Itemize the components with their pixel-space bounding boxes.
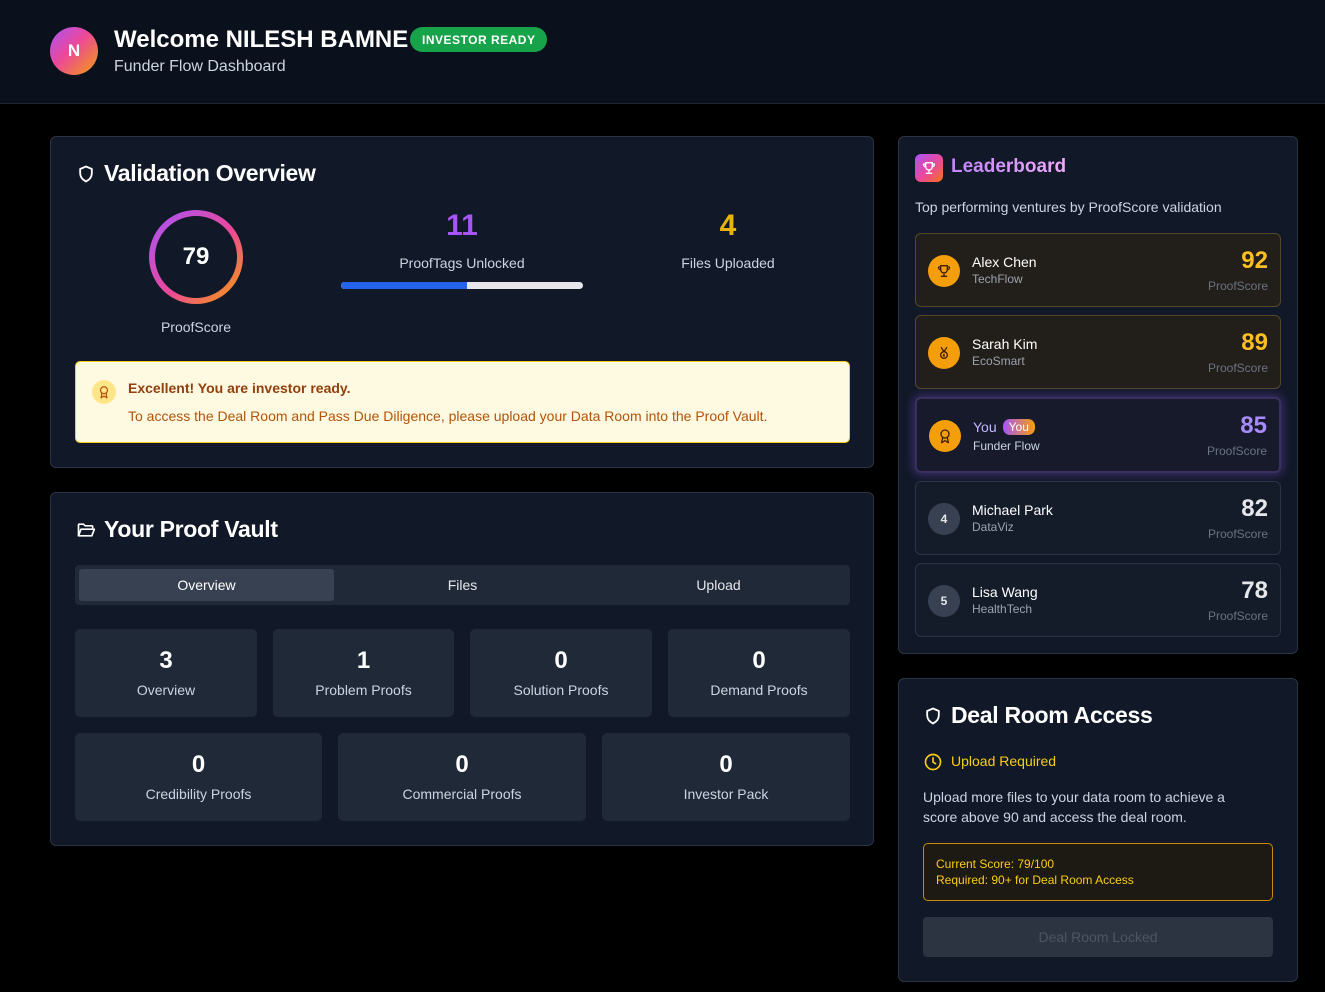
award-icon xyxy=(929,420,961,452)
tab-files[interactable]: Files xyxy=(335,569,590,601)
leaderboard-row[interactable]: 4 Michael Park DataViz 82 ProofScore xyxy=(915,481,1281,555)
vault-tabs: Overview Files Upload xyxy=(75,565,850,605)
tile-value: 0 xyxy=(455,751,469,778)
folder-open-icon xyxy=(77,523,96,537)
files-uploaded-count: 4 xyxy=(719,209,737,242)
tab-upload[interactable]: Upload xyxy=(591,569,846,601)
investor-ready-alert: Excellent! You are investor ready. To ac… xyxy=(75,361,850,443)
leaderboard-score: 85 xyxy=(1240,412,1267,439)
leaderboard-row[interactable]: Alex Chen TechFlow 92 ProofScore xyxy=(915,233,1281,307)
current-user-name: You xyxy=(973,419,997,435)
stat-tile-solution-proofs: 0 Solution Proofs xyxy=(470,629,652,717)
you-badge: You xyxy=(1002,419,1035,435)
leaderboard-score: 82 xyxy=(1241,495,1268,522)
welcome-title: Welcome NILESH BAMNE xyxy=(114,26,409,53)
stat-tile-commercial-proofs: 0 Commercial Proofs xyxy=(338,733,586,821)
stat-tile-problem-proofs: 1 Problem Proofs xyxy=(273,629,454,717)
validation-overview-title: Validation Overview xyxy=(104,160,316,186)
tile-value: 0 xyxy=(752,647,766,674)
tile-value: 1 xyxy=(356,647,371,674)
leaderboard-company: DataViz xyxy=(972,520,1014,534)
tile-value: 0 xyxy=(191,751,206,778)
required-score-text: Required: 90+ for Deal Room Access xyxy=(936,873,1134,887)
stat-tile-demand-proofs: 0 Demand Proofs xyxy=(668,629,850,717)
deal-room-status: Upload Required xyxy=(951,753,1057,769)
stat-tile-investor-pack: 0 Investor Pack xyxy=(602,733,850,821)
leaderboard-name: Sarah Kim xyxy=(972,336,1038,352)
leaderboard-name: Michael Park xyxy=(972,502,1053,518)
proof-vault-title: Your Proof Vault xyxy=(104,516,278,542)
alert-title: Excellent! You are investor ready. xyxy=(128,380,351,396)
medal-icon xyxy=(928,337,960,369)
tile-value: 0 xyxy=(554,647,568,674)
avatar[interactable]: N xyxy=(50,27,98,75)
leaderboard-subtitle: Top performing ventures by ProofScore va… xyxy=(915,199,1222,215)
leaderboard-score: 92 xyxy=(1241,247,1268,274)
tile-label: Demand Proofs xyxy=(710,682,808,698)
leaderboard-row[interactable]: Sarah Kim EcoSmart 89 ProofScore xyxy=(915,315,1281,389)
rank-badge: 5 xyxy=(928,585,960,617)
leaderboard-title: Leaderboard xyxy=(951,156,1067,177)
clock-icon xyxy=(924,753,942,771)
leaderboard-score-label: ProofScore xyxy=(1207,361,1268,375)
alert-text: To access the Deal Room and Pass Due Dil… xyxy=(128,408,768,424)
stat-tile-overview: 3 Overview xyxy=(75,629,257,717)
proofscore-label: ProofScore xyxy=(160,319,232,335)
files-uploaded-label: Files Uploaded xyxy=(681,255,775,271)
prooftags-progress-fill xyxy=(341,282,467,289)
leaderboard-score-label: ProofScore xyxy=(1207,279,1268,293)
score-requirement-box: Current Score: 79/100 Required: 90+ for … xyxy=(923,843,1273,901)
investor-ready-badge: INVESTOR READY xyxy=(410,27,548,52)
tile-label: Commercial Proofs xyxy=(402,786,522,802)
deal-room-card: Deal Room Access Upload Required Upload … xyxy=(898,678,1298,982)
leaderboard-name: You You xyxy=(973,419,1035,435)
deal-room-locked-button[interactable]: Deal Room Locked xyxy=(923,917,1273,957)
shield-icon xyxy=(79,165,93,183)
current-score-text: Current Score: 79/100 xyxy=(936,857,1055,871)
deal-room-title: Deal Room Access xyxy=(951,702,1153,728)
tile-value: 0 xyxy=(719,751,733,778)
tile-value: 3 xyxy=(159,647,173,674)
shield-icon xyxy=(926,707,940,725)
trophy-icon xyxy=(915,154,943,182)
tile-label: Overview xyxy=(136,682,196,698)
deal-room-description: Upload more files to your data room to a… xyxy=(923,789,1225,825)
leaderboard-company: HealthTech xyxy=(972,602,1033,616)
dashboard-subtitle: Funder Flow Dashboard xyxy=(114,58,286,75)
trophy-icon xyxy=(928,255,960,287)
leaderboard-name: Alex Chen xyxy=(972,254,1037,270)
leaderboard-company: EcoSmart xyxy=(972,354,1025,368)
prooftags-label: ProofTags Unlocked xyxy=(399,255,525,271)
leaderboard-company: TechFlow xyxy=(972,272,1023,286)
leaderboard-score: 78 xyxy=(1241,577,1268,604)
rank-badge: 4 xyxy=(928,503,960,535)
tab-overview[interactable]: Overview xyxy=(79,569,334,601)
prooftags-count: 11 xyxy=(446,209,478,242)
leaderboard-name: Lisa Wang xyxy=(972,584,1038,600)
award-icon xyxy=(92,380,116,404)
leaderboard-row-current-user[interactable]: You You Funder Flow 85 ProofScore xyxy=(915,397,1281,473)
stat-tile-credibility-proofs: 0 Credibility Proofs xyxy=(75,733,322,821)
proofscore-value: 79 xyxy=(182,243,210,270)
tile-label: Solution Proofs xyxy=(513,682,609,698)
tile-label: Credibility Proofs xyxy=(145,786,252,802)
leaderboard-score: 89 xyxy=(1241,329,1268,356)
leaderboard-score-label: ProofScore xyxy=(1207,527,1268,541)
leaderboard-row[interactable]: 5 Lisa Wang HealthTech 78 ProofScore xyxy=(915,563,1281,637)
proof-vault-card: Your Proof Vault Overview Files Upload 3… xyxy=(50,492,874,846)
validation-overview-card: Validation Overview 79 ProofScore 11 Pro… xyxy=(50,136,874,468)
leaderboard-score-label: ProofScore xyxy=(1206,444,1267,458)
leaderboard-score-label: ProofScore xyxy=(1207,609,1268,623)
leaderboard-company: Funder Flow xyxy=(973,439,1040,453)
tile-label: Problem Proofs xyxy=(315,682,412,698)
prooftags-progress-bar xyxy=(341,282,583,289)
leaderboard-card: Leaderboard Top performing ventures by P… xyxy=(898,136,1298,654)
tile-label: Investor Pack xyxy=(683,786,769,802)
top-header: N Welcome NILESH BAMNE INVESTOR READY Fu… xyxy=(0,0,1325,104)
